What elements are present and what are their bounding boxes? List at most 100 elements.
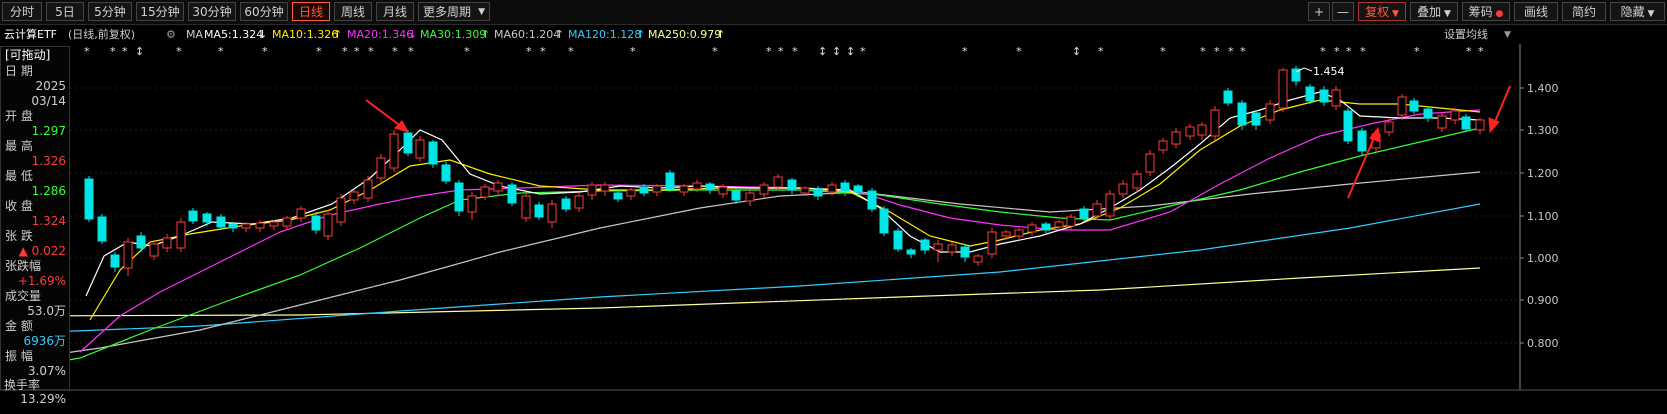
event-marker-icon: *: [962, 45, 968, 58]
candle-down: [867, 190, 877, 210]
candle-down: [893, 230, 903, 250]
event-marker-icon: *: [1228, 45, 1234, 58]
candle-up: [1265, 103, 1275, 121]
candle-up: [493, 182, 503, 192]
candle-up: [574, 195, 584, 209]
event-marker-icon: *: [540, 45, 546, 58]
y-ticks: [1520, 87, 1524, 344]
candle-up: [521, 195, 531, 219]
candle-up: [987, 231, 997, 255]
event-marker-icon: *: [778, 45, 784, 58]
volume-value: 53.0万: [27, 304, 66, 318]
candle-up: [1384, 121, 1394, 133]
candle-up: [1145, 153, 1155, 173]
drag-handle[interactable]: [可拖动]: [5, 48, 66, 63]
y-tick-label: 1.300: [1527, 124, 1559, 137]
pct-value: +1.69%: [17, 274, 66, 288]
event-markers: * * * ↕ * * * * * * * * * * * * * * * * …: [84, 45, 1484, 58]
event-marker-icon: *: [1414, 45, 1420, 58]
event-marker-icon: *: [1160, 45, 1166, 58]
event-marker-icon: *: [766, 45, 772, 58]
candle-up: [241, 223, 251, 229]
event-marker-icon: *: [1240, 45, 1246, 58]
candle-down: [428, 141, 438, 165]
date-label: 日 期: [5, 64, 33, 78]
candle-up: [1105, 193, 1115, 217]
candle-up: [363, 179, 373, 199]
event-marker-icon: ↕: [135, 45, 144, 58]
low-label: 最 低: [5, 169, 33, 183]
kline-chart[interactable]: 1.400 1.300 1.200 1.100 1.000 0.900 0.80…: [0, 0, 1667, 414]
candle-up: [1158, 140, 1168, 151]
candle-up: [587, 184, 597, 196]
candle-down: [311, 215, 321, 231]
candle-up: [1054, 221, 1064, 228]
ma20-line: [79, 109, 1481, 353]
candle-down: [639, 186, 649, 194]
event-marker-icon: *: [84, 45, 90, 58]
amplitude-label: 振 幅: [5, 349, 33, 363]
candle-up: [415, 139, 425, 159]
candle-up: [349, 191, 359, 201]
y-tick-labels: 1.400 1.300 1.200 1.100 1.000 0.900 0.80…: [1527, 82, 1559, 350]
candle-up: [1171, 131, 1181, 145]
pct-label: 张跌幅: [5, 259, 42, 273]
event-marker-icon: *: [526, 45, 532, 58]
turnover-value: 13.29%: [20, 392, 66, 406]
candle-up: [389, 133, 399, 169]
y-tick-label: 1.000: [1527, 252, 1559, 265]
close-value: 1.324: [31, 214, 66, 228]
y-tick-label: 1.200: [1527, 167, 1559, 180]
high-label: 最 高: [5, 139, 33, 153]
event-marker-icon: *: [262, 45, 268, 58]
candle-up: [1185, 126, 1195, 137]
date-year: 2025: [35, 79, 66, 93]
event-marker-icon: *: [792, 45, 798, 58]
candle-up: [1132, 173, 1142, 189]
ma60-line: [29, 171, 1481, 359]
candle-up: [480, 186, 490, 198]
arrow-annotation-icon: [1488, 85, 1511, 134]
candle-down: [665, 172, 675, 190]
candle-down: [853, 185, 863, 193]
event-marker-icon: *: [630, 45, 636, 58]
candle-up: [123, 241, 133, 269]
candle-up: [1027, 224, 1037, 233]
candle-up: [626, 189, 636, 197]
ma250-line: [0, 267, 1481, 317]
y-tick-label: 0.900: [1527, 294, 1559, 307]
candle-up: [176, 221, 186, 249]
candle-up: [800, 187, 810, 194]
candle-up: [162, 237, 172, 249]
candle-down: [136, 235, 146, 249]
event-marker-icon: *: [392, 45, 398, 58]
candle-up: [269, 221, 279, 227]
y-tick-label: 0.800: [1527, 337, 1559, 350]
candle-down: [1305, 86, 1315, 102]
candle-up: [1210, 109, 1220, 137]
candle-down: [1251, 112, 1261, 126]
candle-down: [228, 223, 238, 229]
event-marker-icon: *: [408, 45, 414, 58]
event-marker-icon: *: [176, 45, 182, 58]
candle-down: [1079, 208, 1089, 219]
event-marker-icon: *: [218, 45, 224, 58]
event-marker-icon: *: [110, 45, 116, 58]
ma30-line: [9, 127, 1481, 371]
candle-down: [188, 210, 198, 222]
event-marker-icon: *: [122, 45, 128, 58]
candle-up: [1197, 124, 1207, 136]
event-marker-icon: *: [1214, 45, 1220, 58]
event-marker-icon: *: [1098, 45, 1104, 58]
candle-up: [323, 213, 333, 237]
candle-down: [1461, 116, 1471, 130]
grid-lines: [0, 87, 1520, 344]
candle-up: [1450, 110, 1460, 121]
event-marker-icon: *: [1360, 45, 1366, 58]
event-marker-icon: *: [316, 45, 322, 58]
candle-up: [773, 176, 783, 188]
candle-down: [787, 179, 797, 191]
open-label: 开 盘: [5, 109, 33, 123]
event-marker-icon: ↕: [846, 45, 855, 58]
candle-down: [561, 198, 571, 210]
